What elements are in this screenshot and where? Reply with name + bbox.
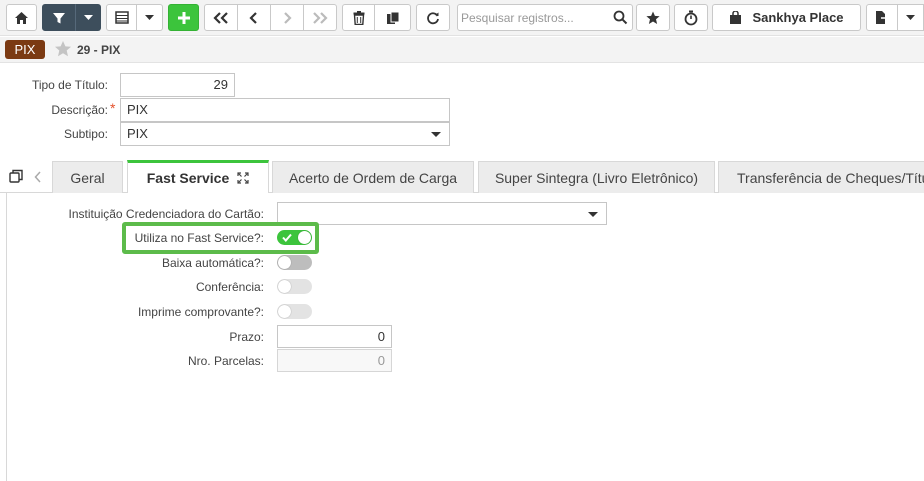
baixa-automatica-label: Baixa automática?: <box>161 256 264 270</box>
double-chevron-left-icon <box>213 11 228 24</box>
caret-down-icon <box>588 212 598 217</box>
grid-view-button[interactable] <box>106 4 137 31</box>
previous-record-button[interactable] <box>238 4 271 31</box>
search-box <box>457 4 633 31</box>
prazo-value: 0 <box>377 329 385 344</box>
tipo-titulo-value: 29 <box>213 77 228 92</box>
tab-acerto-ordem-carga[interactable]: Acerto de Ordem de Carga <box>272 161 474 193</box>
imprime-comprovante-label: Imprime comprovante?: <box>137 305 264 319</box>
filter-button[interactable] <box>42 4 75 31</box>
expand-icon[interactable] <box>237 172 249 184</box>
table-icon <box>114 11 129 24</box>
sankhya-place-label: Sankhya Place <box>752 10 844 25</box>
conferencia-label: Conferência: <box>195 280 264 294</box>
shopping-bag-icon <box>730 10 742 24</box>
record-badge: PIX <box>5 40 45 59</box>
tab-fast-service[interactable]: Fast Service <box>127 160 269 193</box>
caret-down-icon <box>431 132 441 137</box>
utiliza-fast-service-toggle[interactable] <box>277 230 312 245</box>
chevron-left-icon <box>249 11 257 24</box>
tab-fast-service-label: Fast Service <box>146 170 230 186</box>
export-dropdown-button[interactable] <box>898 4 924 31</box>
toggle-knob <box>278 305 291 318</box>
nro-parcelas-label: Nro. Parcelas: <box>187 354 264 368</box>
tipo-titulo-input[interactable]: 29 <box>120 73 235 97</box>
baixa-automatica-toggle[interactable] <box>277 255 312 270</box>
caret-down-icon <box>906 14 915 20</box>
search-icon[interactable] <box>613 10 628 25</box>
conferencia-toggle[interactable] <box>277 279 312 294</box>
refresh-button[interactable] <box>416 4 450 31</box>
next-record-button[interactable] <box>271 4 304 31</box>
descricao-label-text: Descrição: <box>51 103 108 117</box>
star-icon <box>646 11 660 24</box>
subtipo-select[interactable]: PIX <box>120 122 450 146</box>
caret-down-icon <box>145 14 154 20</box>
prazo-label: Prazo: <box>229 330 264 344</box>
toggle-knob <box>278 256 291 269</box>
add-button[interactable] <box>168 4 199 31</box>
subtipo-label: Subtipo: <box>63 127 108 141</box>
export-button[interactable] <box>866 4 898 31</box>
filter-icon <box>52 12 65 23</box>
toolbar: Sankhya Place <box>0 0 924 36</box>
tab-super-sintegra-label: Super Sintegra (Livro Eletrônico) <box>494 169 699 186</box>
home-icon <box>15 11 28 24</box>
copy-icon <box>386 11 399 24</box>
instituicao-select[interactable] <box>277 202 607 225</box>
sankhya-place-button[interactable]: Sankhya Place <box>712 4 861 31</box>
timer-button[interactable] <box>674 4 708 31</box>
favorite-button[interactable] <box>636 4 670 31</box>
record-title-bar: PIX 29 - PIX <box>0 37 924 63</box>
toggle-knob <box>298 231 311 244</box>
file-export-icon <box>876 11 889 24</box>
prazo-input[interactable]: 0 <box>277 325 392 348</box>
utiliza-fast-service-label: Utiliza no Fast Service?: <box>134 231 264 245</box>
home-button[interactable] <box>6 4 37 31</box>
caret-down-icon <box>83 14 93 20</box>
trash-icon <box>353 10 364 25</box>
instituicao-label: Instituição Credenciadora do Cartão: <box>68 207 264 221</box>
descricao-value: PIX <box>127 102 148 117</box>
tab-strip: Geral Fast Service Acerto de Ordem de Ca… <box>0 160 924 193</box>
filter-dropdown-button[interactable] <box>75 4 101 31</box>
tab-acerto-label: Acerto de Ordem de Carga <box>288 169 458 186</box>
view-dropdown-button[interactable] <box>137 4 163 31</box>
tipo-titulo-label: Tipo de Título: <box>31 78 108 92</box>
double-chevron-right-icon <box>313 11 328 24</box>
plus-icon <box>177 11 190 24</box>
descricao-label: Descrição: <box>10 103 108 117</box>
search-input[interactable] <box>461 7 611 28</box>
toggle-knob <box>278 280 291 293</box>
tab-geral-label: Geral <box>70 169 105 186</box>
tab-transferencia-cheques[interactable]: Transferência de Cheques/Títu <box>718 161 924 193</box>
refresh-icon <box>427 11 439 24</box>
tab-geral[interactable]: Geral <box>52 161 123 193</box>
descricao-input[interactable]: PIX <box>120 98 450 122</box>
record-title: 29 - PIX <box>77 43 121 57</box>
stopwatch-icon <box>684 10 698 25</box>
delete-button[interactable] <box>342 4 375 31</box>
check-icon <box>282 233 292 242</box>
nro-parcelas-input: 0 <box>277 349 392 372</box>
favorite-star-icon[interactable] <box>54 40 72 58</box>
tab-super-sintegra[interactable]: Super Sintegra (Livro Eletrônico) <box>478 161 715 193</box>
required-marker: * <box>110 100 116 116</box>
tab-transferencia-label: Transferência de Cheques/Títu <box>737 169 924 186</box>
last-record-button[interactable] <box>304 4 337 31</box>
chevron-right-icon <box>284 11 292 24</box>
subtipo-value: PIX <box>127 126 148 141</box>
copy-button[interactable] <box>375 4 411 31</box>
first-record-button[interactable] <box>204 4 238 31</box>
nro-parcelas-value: 0 <box>377 353 385 368</box>
imprime-comprovante-toggle[interactable] <box>277 304 312 319</box>
